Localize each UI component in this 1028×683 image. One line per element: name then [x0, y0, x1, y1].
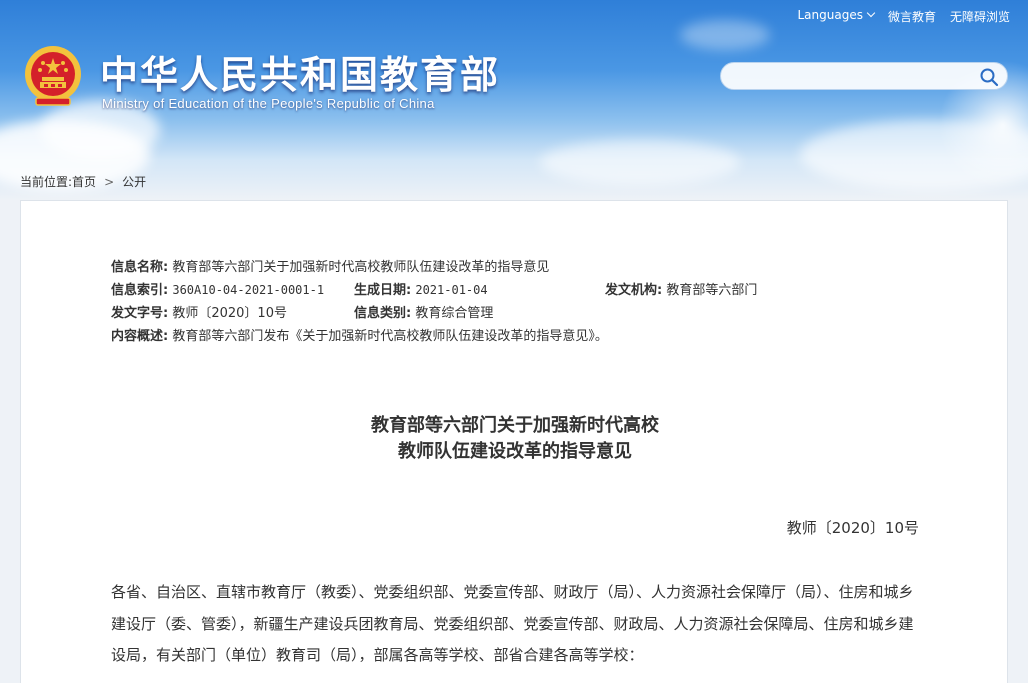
meta-row-docno: 发文字号: 教师〔2020〕10号 信息类别: 教育综合管理 [111, 302, 608, 325]
languages-menu[interactable]: Languages [797, 8, 876, 25]
document-title-line: 教师队伍建设改革的指导意见 [398, 441, 632, 462]
search-icon[interactable] [979, 67, 999, 87]
document-title: 教育部等六部门关于加强新时代高校 教师队伍建设改革的指导意见 [21, 413, 1009, 465]
meta-row-name: 信息名称: 教育部等六部门关于加强新时代高校教师队伍建设改革的指导意见 [111, 256, 608, 279]
meta-value: 教育综合管理 [415, 306, 494, 321]
weiyan-link[interactable]: 微言教育 [888, 8, 936, 25]
document-number: 教师〔2020〕10号 [786, 519, 919, 537]
meta-value: 2021-01-04 [415, 283, 488, 297]
breadcrumb-current-link[interactable]: 公开 [122, 175, 146, 189]
meta-category-group: 信息类别: 教育综合管理 [354, 302, 493, 325]
meta-label: 发文机构: [605, 283, 663, 298]
meta-value: 教育部等六部门发布《关于加强新时代高校教师队伍建设改革的指导意见》。 [172, 329, 608, 344]
content-panel: 信息名称: 教育部等六部门关于加强新时代高校教师队伍建设改革的指导意见 信息索引… [20, 200, 1008, 683]
site-title: 中华人民共和国教育部 [100, 53, 501, 97]
national-emblem-icon [25, 46, 81, 106]
search-input[interactable] [733, 67, 973, 87]
meta-label: 发文字号: [111, 306, 169, 321]
breadcrumb: 当前位置:首页 > 公开 [20, 173, 146, 190]
meta-row-index: 信息索引: 360A10-04-2021-0001-1 生成日期: 2021-0… [111, 279, 757, 302]
meta-label: 信息类别: [354, 306, 412, 321]
meta-value: 教育部等六部门 [666, 283, 758, 298]
info-meta-table: 信息名称: 教育部等六部门关于加强新时代高校教师队伍建设改革的指导意见 信息索引… [111, 256, 757, 348]
meta-value: 360A10-04-2021-0001-1 [172, 283, 325, 297]
breadcrumb-home-link[interactable]: 首页 [72, 175, 96, 189]
cloud-decoration [540, 140, 740, 185]
meta-label: 内容概述: [111, 329, 169, 344]
meta-issuer-group: 发文机构: 教育部等六部门 [605, 279, 757, 302]
meta-row-summary: 内容概述: 教育部等六部门发布《关于加强新时代高校教师队伍建设改革的指导意见》。 [111, 325, 608, 348]
site-header: 中华人民共和国教育部 Ministry of Education of the … [0, 0, 1028, 200]
languages-label: Languages [797, 8, 863, 22]
breadcrumb-label: 当前位置: [20, 175, 73, 189]
chevron-down-icon [866, 8, 876, 18]
accessible-browse-link[interactable]: 无障碍浏览 [950, 8, 1010, 25]
site-subtitle: Ministry of Education of the People's Re… [102, 96, 435, 111]
chevron-right-icon: > [104, 175, 115, 189]
meta-label: 生成日期: [354, 283, 412, 298]
document-body: 各省、自治区、直辖市教育厅（教委）、党委组织部、党委宣传部、财政厅（局）、人力资… [111, 583, 914, 664]
top-links: Languages 微言教育 无障碍浏览 [797, 8, 1010, 25]
cloud-decoration [680, 20, 770, 50]
meta-label: 信息索引: [111, 283, 169, 298]
document-title-line: 教育部等六部门关于加强新时代高校 [371, 415, 659, 436]
meta-label: 信息名称: [111, 260, 169, 275]
search-box [720, 62, 1008, 90]
meta-date-group: 生成日期: 2021-01-04 [354, 279, 488, 302]
meta-value: 教师〔2020〕10号 [172, 306, 287, 321]
meta-value: 教育部等六部门关于加强新时代高校教师队伍建设改革的指导意见 [172, 260, 550, 275]
